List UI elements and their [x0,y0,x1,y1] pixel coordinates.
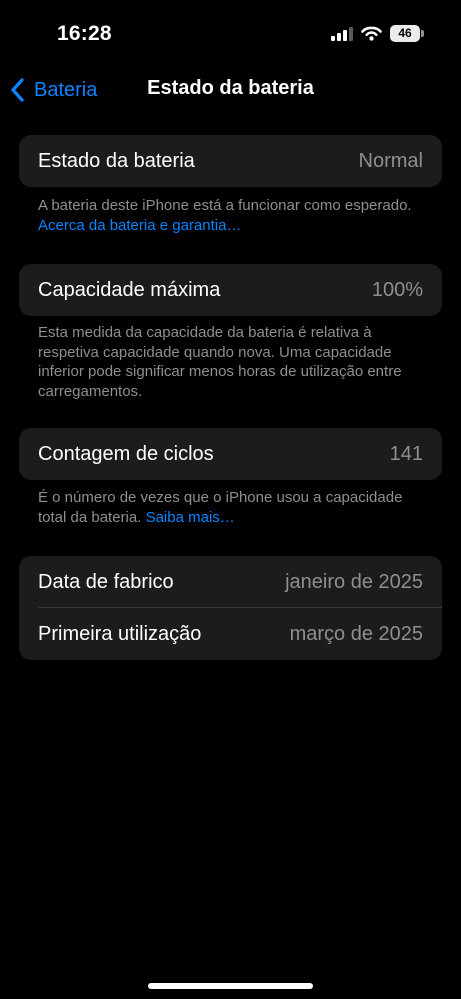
cycle-count-row: Contagem de ciclos 141 [19,428,442,480]
first-use-label: Primeira utilização [38,623,202,645]
manufacture-date-value: janeiro de 2025 [285,571,423,593]
wifi-icon [361,26,382,41]
manufacture-date-row: Data de fabrico janeiro de 2025 [19,556,442,608]
first-use-value: março de 2025 [289,623,423,645]
chevron-left-icon [11,78,24,102]
max-capacity-value: 100% [371,279,423,301]
battery-icon: 46 [390,25,424,42]
cycle-count-footnote: É o número de vezes que o iPhone usou a … [38,488,418,527]
battery-cap [421,30,424,37]
first-use-row: Primeira utilização março de 2025 [19,608,442,660]
battery-percent: 46 [398,26,412,40]
nav-bar: Estado da bateria Bateria [0,64,461,114]
cycle-count-label: Contagem de ciclos [38,443,214,465]
manufacture-date-label: Data de fabrico [38,571,174,593]
max-capacity-footnote: Esta medida da capacidade da bateria é r… [38,324,402,400]
learn-more-link[interactable]: Saiba mais… [146,509,235,526]
dates-group: Data de fabrico janeiro de 2025 Primeira… [19,556,442,660]
cellular-signal-icon [331,27,353,41]
cycle-count-value: 141 [389,443,423,465]
battery-health-row: Estado da bateria Normal [19,135,442,187]
battery-health-label: Estado da bateria [38,150,195,172]
battery-health-footnote-text: A bateria deste iPhone está a funcionar … [38,197,412,214]
back-label: Bateria [34,78,98,101]
home-indicator[interactable] [148,983,313,989]
status-time: 16:28 [57,22,112,45]
back-button[interactable]: Bateria [8,75,97,105]
max-capacity-row: Capacidade máxima 100% [19,264,442,316]
battery-health-value: Normal [358,150,423,172]
battery-health-group: Estado da bateria Normal [19,135,442,187]
max-capacity-label: Capacidade máxima [38,279,221,301]
cycle-count-group: Contagem de ciclos 141 [19,428,442,480]
battery-health-footnote: A bateria deste iPhone está a funcionar … [38,196,418,235]
max-capacity-group: Capacidade máxima 100% [19,264,442,316]
battery-warranty-link[interactable]: Acerca da bateria e garantia… [38,217,241,234]
status-bar: 16:28 46 [0,0,461,64]
